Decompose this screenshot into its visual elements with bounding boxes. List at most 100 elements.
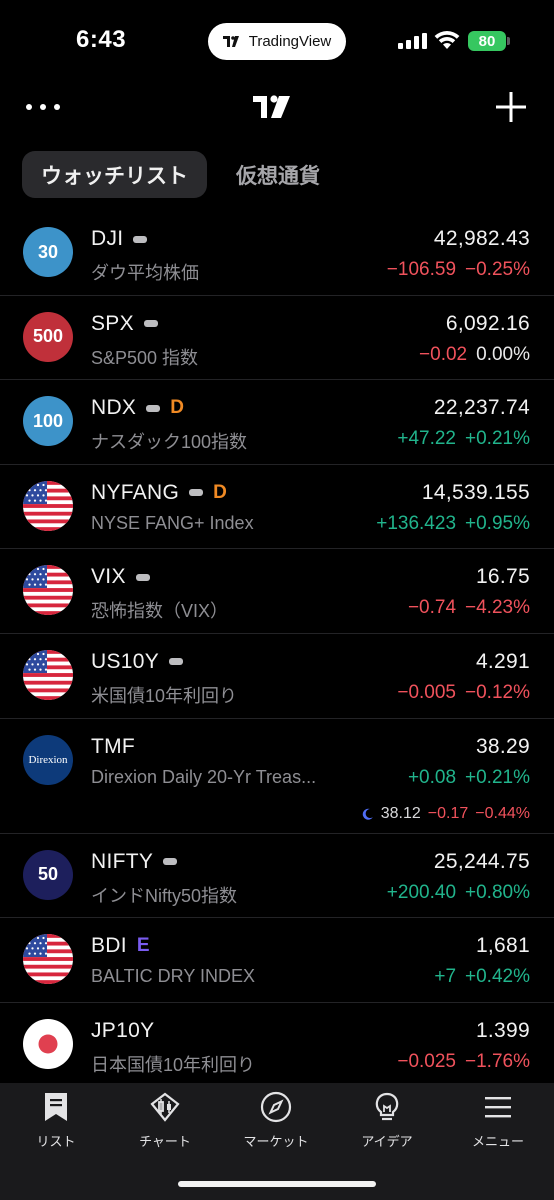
last-price: 42,982.43 [433,227,530,250]
watchlist-row-nifty[interactable]: 50 NIFTY インドNifty50指数 25,244.75 +200.40 +0.80… [0,834,554,919]
price-change-pct: −0.25% [465,259,530,280]
symbol-line: SPX [91,312,158,336]
price-change-pct: −1.76% [465,1050,530,1072]
symbol-description: ダウ平均株価 [91,263,199,283]
nav-ideas-label: アイデア [361,1134,413,1149]
moon-icon [362,808,373,820]
change-line: −0.025 −1.76% [397,1051,530,1073]
extended-hours-line: 38.12 −0.17 −0.44% [362,805,530,823]
hamburger-menu-icon [485,1097,511,1118]
tradingview-pill-label: TradingView [248,33,332,50]
price-change: −0.02 [419,343,468,365]
last-price: 6,092.16 [445,311,530,335]
tradingview-logo[interactable] [253,94,299,120]
avatar-text: 50 [37,864,59,885]
nav-menu-label: メニュー [471,1134,524,1149]
home-indicator [178,1181,376,1187]
realtime-dash-badge [189,489,204,497]
avatar-text: 100 [32,410,64,431]
last-price: 14,539.155 [421,480,530,504]
plus-icon[interactable] [494,90,528,124]
price-change-pct: −0.12% [465,681,530,703]
nav-list[interactable]: リスト [6,1091,106,1150]
realtime-dash-badge [163,858,178,866]
price-change: −0.025 [397,1050,457,1072]
nav-menu[interactable]: メニュー [448,1091,548,1150]
price-change-pct: −4.23% [465,597,530,619]
delay-badge: D [213,481,227,503]
price-change-pct: +0.42% [465,966,530,988]
change-line: −0.02 0.00% [419,344,530,366]
price-change: +7 [434,966,457,988]
avatar-text: 30 [37,241,59,262]
tradingview-pill[interactable]: TradingView [208,23,346,60]
symbol-avatar [23,565,73,616]
symbol-description: ナスダック100指数 [91,432,248,453]
tab-crypto[interactable]: 仮想通貨 [217,151,339,198]
app-header [0,82,554,136]
watchlist-row-vix[interactable]: VIX 恐怖指数（VIX） 16.75 −0.74 −4.23% [0,549,554,634]
delay-badge: D [170,397,184,419]
watchlist-row-ndx[interactable]: 100 NDX D ナスダック100指数 22,237.74 +47.22 +0.21% [0,380,554,465]
watchlist-row-dji[interactable]: 30 DJI ダウ平均株価 42,982.43 −106.59 −0.25% [0,211,554,296]
wifi-icon [434,31,460,49]
price-change: −106.59 [386,259,457,280]
avatar-text: Direxion [28,753,68,766]
change-line: −106.59 −0.25% [387,259,530,281]
price-change: +47.22 [397,428,457,450]
symbol-avatar [23,934,73,985]
change-line: +47.22 +0.21% [397,428,530,450]
symbol-description: Direxion Daily 20-Yr Treas... [91,766,317,787]
change-line: +0.08 +0.21% [408,767,530,789]
realtime-dash-badge [135,573,150,581]
realtime-dash-badge [146,404,161,412]
us-flag-icon [23,480,73,531]
watchlist-row-us10y[interactable]: US10Y 米国債10年利回り 4.291 −0.005 −0.12% [0,634,554,719]
watchlist-row-nyfang[interactable]: NYFANG D NYSE FANG+ Index 14,539.155 +136.42… [0,465,554,550]
symbol-avatar: 100 [23,396,73,447]
symbol-line: JP10Y [91,1019,154,1043]
watchlist-row-spx[interactable]: 500 SPX S&P500 指数 6,092.16 −0.02 0.00% [0,296,554,381]
symbol-ticker: DJI [91,227,124,250]
price-change-pct: 0.00% [476,343,530,365]
change-line: +7 +0.42% [434,966,530,988]
symbol-line: NYFANG D [91,481,227,505]
symbol-description: 米国債10年利回り [91,685,238,706]
symbol-description: 日本国債10年利回り [91,1054,256,1075]
watchlist-row-bdi[interactable]: BDI E BALTIC DRY INDEX 1,681 +7 +0.42% [0,918,554,1003]
last-price: 38.29 [475,734,530,758]
symbol-description: 恐怖指数（VIX） [91,601,229,622]
extended-change: −0.17 [427,804,469,822]
change-line: −0.005 −0.12% [397,682,530,704]
symbol-ticker: VIX [91,565,126,589]
symbol-avatar [23,649,73,700]
price-change-pct: +0.21% [465,428,530,450]
symbol-description: BALTIC DRY INDEX [91,966,256,987]
more-dots-icon[interactable] [26,104,60,114]
nav-market[interactable]: マーケット [226,1091,326,1150]
nav-chart[interactable]: チャート [115,1091,215,1150]
lightbulb-icon [375,1092,399,1121]
tab-watchlist[interactable]: ウォッチリスト [22,151,207,198]
tradingview-mini-logo-icon [222,35,239,47]
symbol-avatar: 50 [23,849,73,900]
change-line: −0.74 −4.23% [408,597,530,619]
japan-flag-icon [23,1018,73,1069]
avatar-text: 500 [32,326,64,347]
last-price: 16.75 [475,565,530,589]
last-price: 25,244.75 [433,849,530,873]
price-change-pct: +0.80% [465,881,530,903]
watchlist-row-jp10y[interactable]: JP10Y 日本国債10年利回り 1.399 −0.025 −1.76% [0,1003,554,1088]
last-price: 1.399 [475,1018,530,1042]
symbol-ticker: NIFTY [91,849,154,873]
symbol-avatar: 500 [23,311,73,362]
symbol-ticker: NDX [91,396,137,420]
nav-ideas[interactable]: アイデア [337,1091,437,1150]
symbol-ticker: TMF [91,734,136,758]
last-price: 22,237.74 [433,396,530,420]
compass-icon [260,1091,292,1123]
battery-level: 80 [468,31,506,51]
status-time: 6:43 [76,26,127,53]
watchlist-row-tmf[interactable]: Direxion TMF Direxion Daily 20-Yr Treas...… [0,719,554,834]
us-flag-icon [23,565,73,616]
